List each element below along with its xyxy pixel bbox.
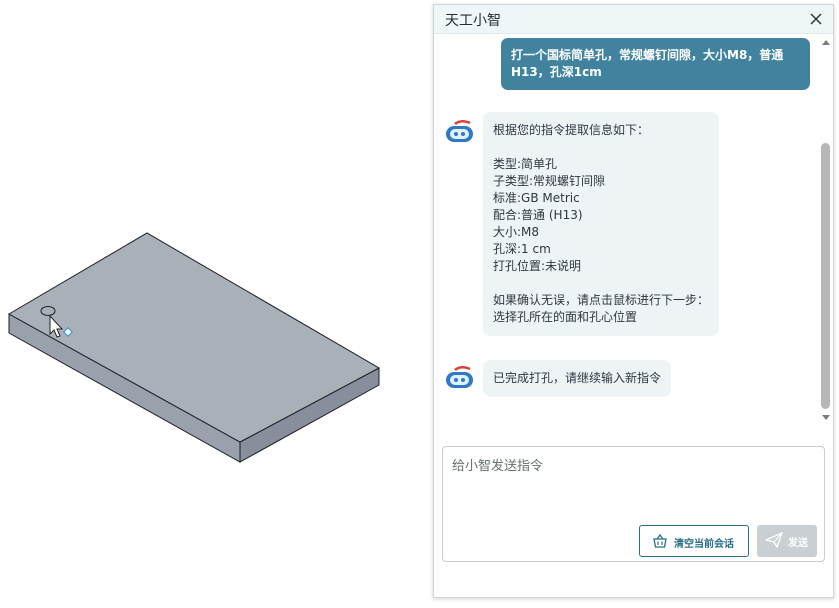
bot-message-line: 孔深:1 cm — [493, 242, 551, 256]
chat-scrollbar[interactable] — [819, 35, 833, 425]
chat-history[interactable]: 打一个国标简单孔，常规螺钉间隙，大小M8，普通H13，孔深1cm 根据您的指令提… — [434, 35, 819, 425]
panel-title: 天工小智 — [445, 13, 501, 29]
bot-message-line: 标准:GB Metric — [493, 191, 580, 205]
clear-session-label: 清空当前会话 — [674, 539, 734, 550]
assistant-panel: 天工小智 打一个国标简单孔，常规螺钉间隙，大小M8，普通H13，孔深1cm 根据… — [433, 4, 834, 598]
bot-message: 已完成打孔，请继续输入新指令 — [483, 360, 672, 397]
paper-plane-icon — [765, 532, 783, 548]
3d-viewport[interactable] — [0, 0, 433, 608]
close-icon[interactable] — [807, 10, 825, 28]
robot-avatar-icon — [446, 120, 473, 142]
bot-message-line: 打孔位置:未说明 — [493, 259, 582, 273]
bot-message-line: 根据您的指令提取信息如下： — [493, 123, 650, 137]
part-model[interactable] — [0, 0, 433, 608]
bot-message-line: 大小:M8 — [493, 225, 540, 239]
bot-message-line: 选择孔所在的面和孔心位置 — [493, 310, 638, 324]
bot-message-line — [493, 275, 709, 292]
panel-header: 天工小智 — [434, 5, 833, 34]
bot-message-line — [493, 139, 709, 156]
composer: 清空当前会话 发送 — [442, 446, 825, 562]
basket-icon — [653, 533, 667, 548]
bot-message: 根据您的指令提取信息如下： 类型:简单孔 子类型:常规螺钉间隙 标准:GB Me… — [483, 112, 719, 336]
user-message: 打一个国标简单孔，常规螺钉间隙，大小M8，普通H13，孔深1cm — [501, 38, 810, 90]
scroll-down-arrow-icon[interactable] — [822, 415, 830, 420]
send-button[interactable]: 发送 — [757, 525, 817, 557]
scroll-up-arrow-icon[interactable] — [822, 40, 830, 45]
bot-message-line: 类型:简单孔 — [493, 157, 558, 171]
robot-avatar-icon — [446, 366, 473, 388]
bot-message-line: 配合:普通 (H13) — [493, 208, 583, 222]
clear-session-button[interactable]: 清空当前会话 — [639, 525, 749, 557]
scroll-thumb[interactable] — [821, 143, 830, 409]
bot-message-line: 子类型:常规螺钉间隙 — [493, 174, 606, 188]
message-input[interactable] — [444, 448, 823, 520]
bot-message-line: 如果确认无误，请点击鼠标进行下一步： — [493, 293, 710, 307]
send-label: 发送 — [788, 538, 808, 549]
